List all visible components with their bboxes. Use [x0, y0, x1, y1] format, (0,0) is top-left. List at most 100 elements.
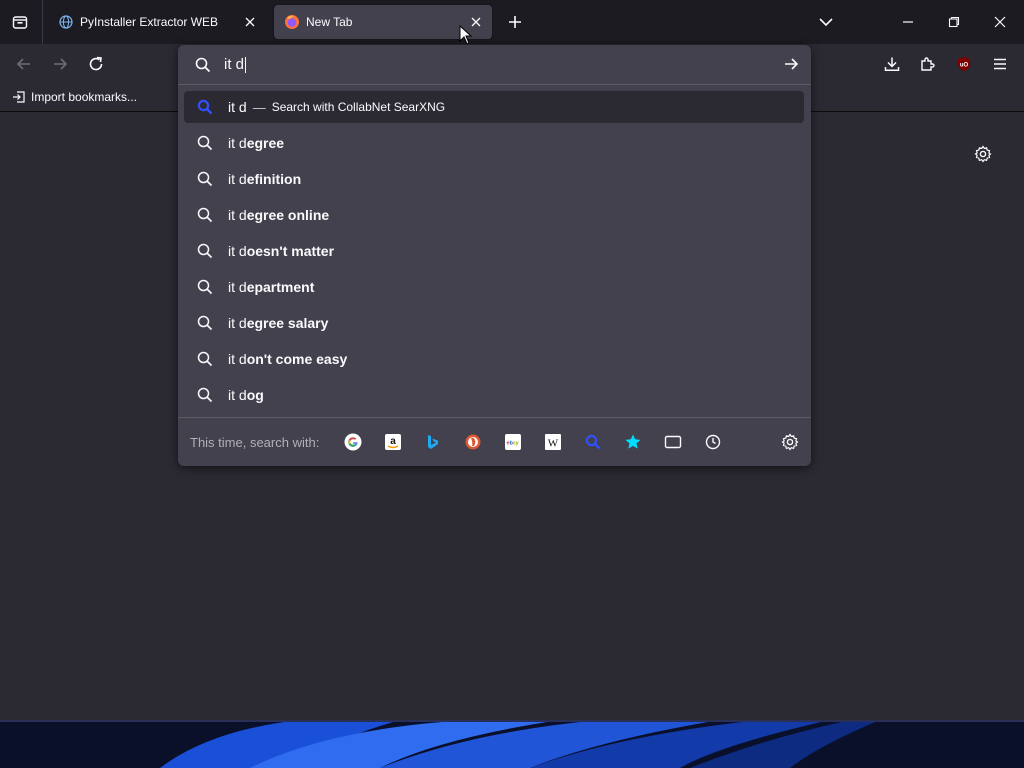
tab-pyinstaller[interactable]: PyInstaller Extractor WEB — [48, 5, 266, 39]
suggestion-completion: on't come easy — [246, 351, 348, 367]
extensions-button[interactable] — [916, 52, 940, 76]
arrow-right-icon — [785, 58, 799, 70]
gear-icon — [781, 433, 799, 451]
minimize-icon — [903, 21, 913, 23]
search-icon — [194, 135, 216, 151]
newtab-settings-button[interactable] — [974, 145, 992, 163]
mouse-cursor-icon — [459, 25, 473, 45]
engine-ebay-button[interactable]: ebay — [493, 422, 533, 462]
chevron-down-icon — [819, 18, 833, 27]
suggestion-typed-part: it d — [228, 135, 247, 151]
duckduckgo-icon — [465, 434, 481, 450]
search-icon — [194, 387, 216, 403]
suggestion-completion: epartment — [246, 279, 315, 295]
amazon-icon: a — [385, 434, 402, 450]
search-icon — [194, 243, 216, 259]
search-icon — [194, 279, 216, 295]
globe-icon — [58, 14, 74, 30]
reload-button[interactable] — [84, 52, 108, 76]
suggestion-completion: egree online — [246, 207, 330, 223]
import-icon — [13, 91, 25, 103]
urlbar-dropdown: it d it d — Search with CollabNet SearXN… — [178, 45, 811, 466]
engine-amazon-button[interactable]: a — [373, 422, 413, 462]
search-suggestion[interactable]: it d epartment — [184, 269, 804, 305]
engine-bing-button[interactable] — [413, 422, 453, 462]
engine-google-button[interactable] — [333, 422, 373, 462]
firefox-icon — [284, 14, 300, 30]
gear-icon — [974, 145, 992, 163]
search-suggestion[interactable]: it d egree salary — [184, 305, 804, 341]
suggestion-typed-part: it d — [228, 387, 247, 403]
suggestion-list: it d egree it d efinition it d egree online it… — [184, 125, 804, 413]
search-icon — [194, 351, 216, 367]
forward-button[interactable] — [48, 52, 72, 76]
browser-window: PyInstaller Extractor WEB New Tab uO Imp… — [0, 0, 1024, 720]
search-suggestion[interactable]: it d egree — [184, 125, 804, 161]
plus-icon — [509, 16, 521, 28]
search-suggestion[interactable]: it d oesn't matter — [184, 233, 804, 269]
suggestion-typed-part: it d — [228, 207, 247, 223]
app-menu-button[interactable] — [988, 52, 1012, 76]
clock-icon — [706, 434, 721, 450]
hamburger-icon — [994, 58, 1006, 70]
tab-strip: PyInstaller Extractor WEB New Tab — [0, 0, 1024, 45]
svg-text:uO: uO — [960, 63, 969, 69]
downloads-button[interactable] — [880, 52, 904, 76]
tabstrip-divider — [42, 0, 43, 44]
heuristic-result[interactable]: it d — Search with CollabNet SearXNG — [184, 91, 804, 123]
back-button[interactable] — [12, 52, 36, 76]
close-window-button[interactable] — [988, 10, 1012, 34]
import-bookmarks-button[interactable]: Import bookmarks... — [12, 90, 137, 104]
tab-title: PyInstaller Extractor WEB — [80, 15, 219, 29]
suggestion-completion: oesn't matter — [246, 243, 335, 259]
search-history-button[interactable] — [693, 422, 733, 462]
download-icon — [884, 57, 900, 71]
searxng-icon — [586, 434, 601, 450]
suggestion-typed-part: it d — [228, 315, 247, 331]
search-suggestion[interactable]: it d og — [184, 377, 804, 413]
ublock-icon: uO — [958, 57, 970, 71]
one-off-search-bar: This time, search with: a ebay W — [178, 417, 811, 466]
bing-icon — [428, 435, 439, 449]
result-separator: — — [252, 99, 266, 115]
close-icon — [994, 16, 1006, 28]
suggestion-completion: egree — [246, 135, 285, 151]
list-all-tabs-button[interactable] — [814, 10, 838, 34]
minimize-button[interactable] — [896, 10, 920, 34]
reload-icon — [89, 56, 103, 71]
firefox-view-button[interactable] — [8, 10, 32, 34]
suggestion-typed-part: it d — [228, 171, 247, 187]
ublock-origin-button[interactable]: uO — [952, 52, 976, 76]
search-icon — [194, 315, 216, 331]
restore-button[interactable] — [942, 10, 966, 34]
search-bookmarks-button[interactable] — [613, 422, 653, 462]
suggestion-typed-part: it d — [228, 243, 247, 259]
tab-close-button[interactable] — [238, 10, 262, 34]
arrow-left-icon — [16, 58, 30, 70]
svg-text:W: W — [548, 438, 559, 450]
suggestion-completion: og — [246, 387, 264, 403]
ebay-icon: ebay — [505, 434, 522, 450]
suggestion-typed-part: it d — [228, 351, 247, 367]
engine-wikipedia-button[interactable]: W — [533, 422, 573, 462]
engine-duckduckgo-button[interactable] — [453, 422, 493, 462]
search-icon — [195, 57, 211, 73]
restore-icon — [948, 16, 960, 28]
suggestion-completion: egree salary — [246, 315, 329, 331]
go-button[interactable] — [783, 56, 799, 72]
suggestion-typed-part: it d — [228, 279, 247, 295]
urlbar-results: it d — Search with CollabNet SearXNG it … — [184, 91, 804, 413]
search-tabs-button[interactable] — [653, 422, 693, 462]
urlbar-input[interactable]: it d — [224, 56, 247, 74]
urlbar-input-row[interactable]: it d — [178, 45, 811, 85]
wallpaper-bloom-image — [0, 720, 1024, 768]
search-suggestion[interactable]: it d on't come easy — [184, 341, 804, 377]
search-suggestion[interactable]: it d efinition — [184, 161, 804, 197]
suggestion-completion: efinition — [246, 171, 302, 187]
engine-searxng-button[interactable] — [573, 422, 613, 462]
heuristic-query: it d — [228, 99, 247, 115]
search-settings-button[interactable] — [781, 433, 799, 451]
wikipedia-icon: W — [545, 434, 562, 450]
search-suggestion[interactable]: it d egree online — [184, 197, 804, 233]
new-tab-button[interactable] — [503, 10, 527, 34]
